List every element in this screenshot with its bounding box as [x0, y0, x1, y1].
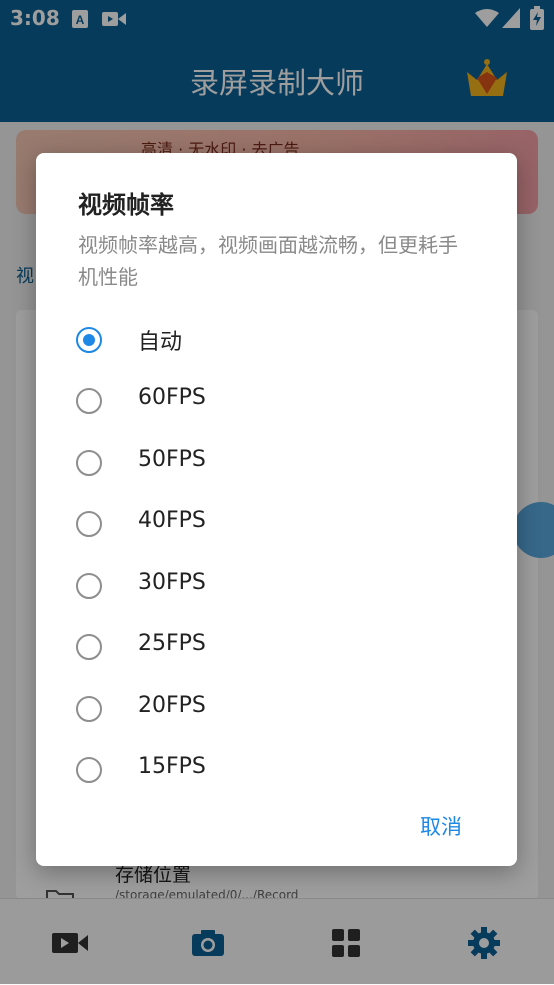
radio-button[interactable]	[76, 327, 102, 353]
radio-button[interactable]	[76, 634, 102, 660]
dialog-description: 视频帧率越高，视频画面越流畅，但更耗手机性能	[78, 233, 458, 289]
option-30fps[interactable]: 30FPS	[36, 556, 517, 617]
option-label: 50FPS	[138, 447, 206, 472]
cancel-button[interactable]: 取消	[406, 809, 476, 845]
option-50fps[interactable]: 50FPS	[36, 433, 517, 494]
option-label: 40FPS	[138, 508, 206, 533]
frame-rate-dialog: 视频帧率 视频帧率越高，视频画面越流畅，但更耗手机性能 自动 60FPS 50F…	[36, 153, 517, 866]
option-label: 20FPS	[138, 693, 206, 718]
option-label: 25FPS	[138, 631, 206, 656]
option-label: 自动	[138, 330, 183, 355]
radio-button[interactable]	[76, 757, 102, 783]
option-label: 30FPS	[138, 570, 206, 595]
radio-button[interactable]	[76, 696, 102, 722]
option-25fps[interactable]: 25FPS	[36, 617, 517, 678]
option-label: 15FPS	[138, 754, 206, 779]
option-40fps[interactable]: 40FPS	[36, 494, 517, 555]
radio-button[interactable]	[76, 511, 102, 537]
radio-button[interactable]	[76, 573, 102, 599]
option-20fps[interactable]: 20FPS	[36, 679, 517, 740]
radio-button[interactable]	[76, 388, 102, 414]
dialog-title: 视频帧率	[78, 191, 174, 219]
option-auto[interactable]: 自动	[36, 310, 517, 371]
option-60fps[interactable]: 60FPS	[36, 371, 517, 432]
option-15fps[interactable]: 15FPS	[36, 740, 517, 801]
option-label: 60FPS	[138, 385, 206, 410]
radio-button[interactable]	[76, 450, 102, 476]
